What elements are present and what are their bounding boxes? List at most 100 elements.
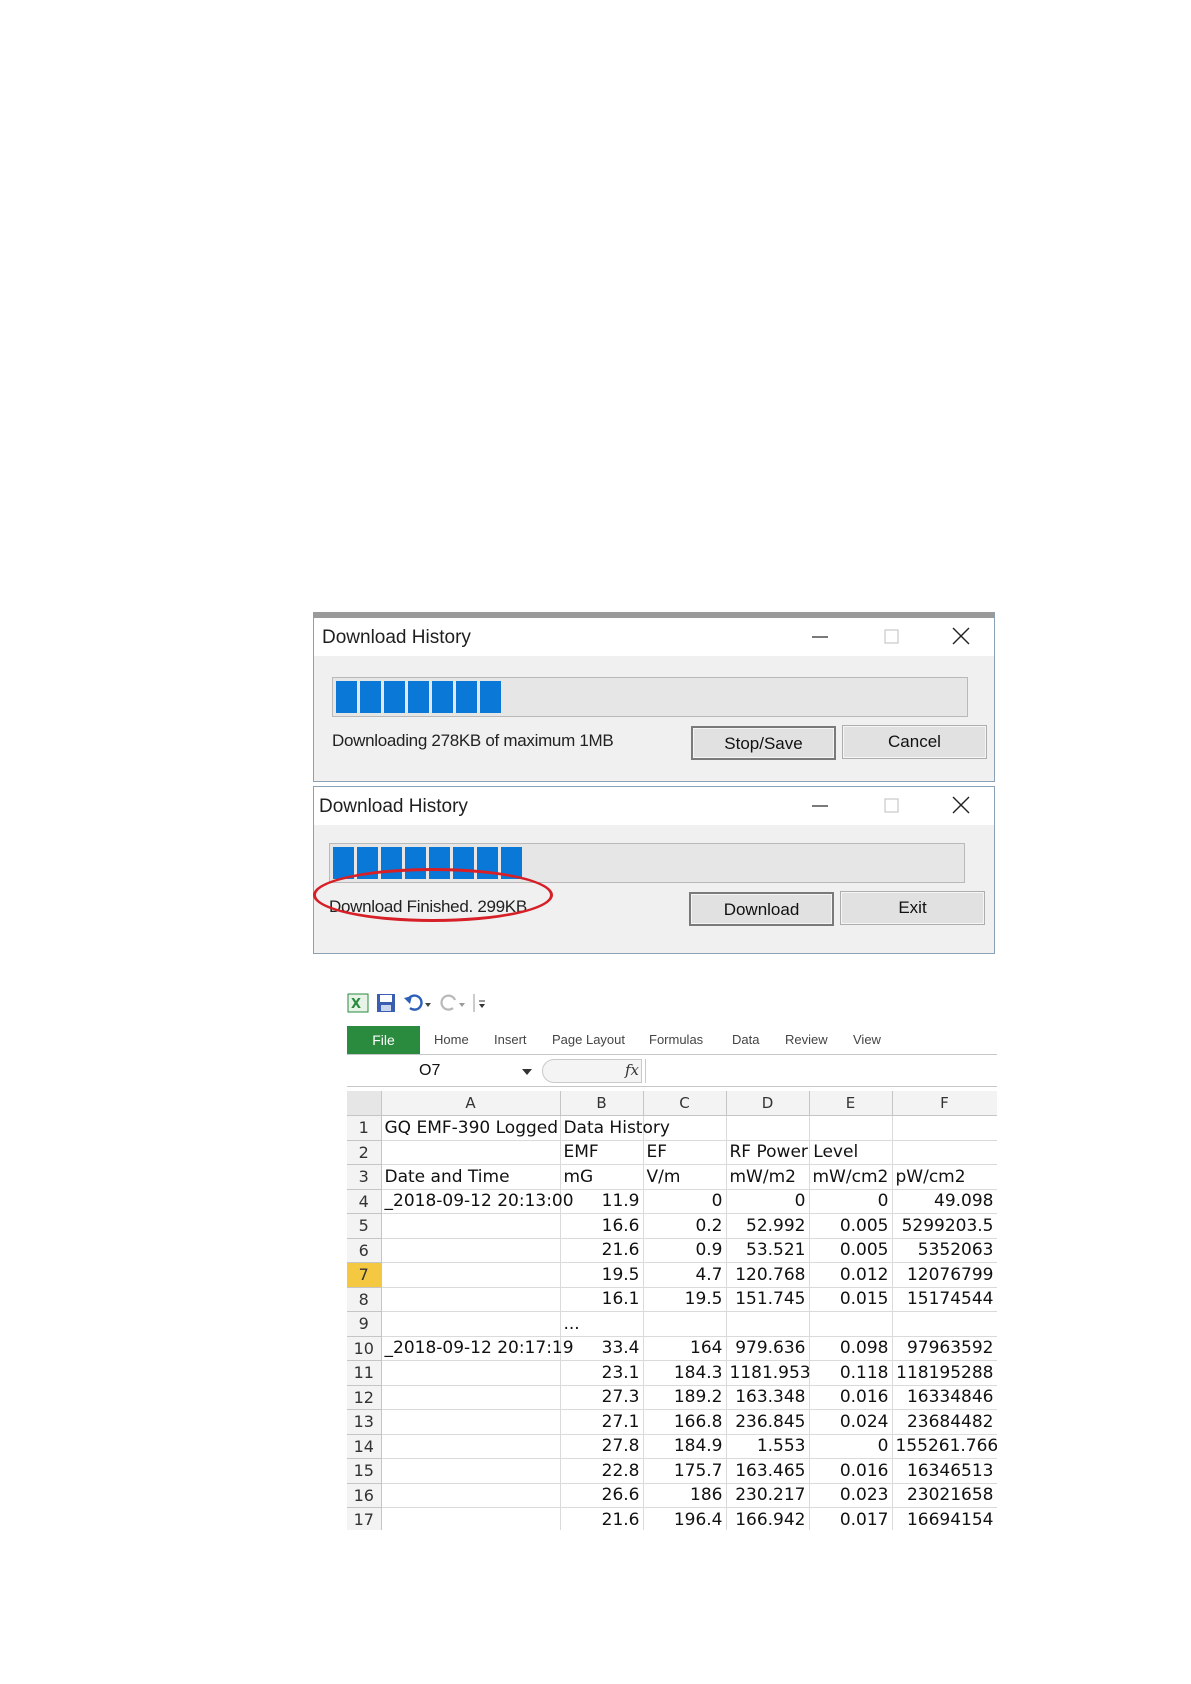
tab-formulas[interactable]: Formulas [649,1032,703,1047]
cell[interactable]: 5352063 [892,1238,997,1263]
cell[interactable]: 16.6 [560,1213,644,1239]
cell[interactable]: 27.8 [560,1434,644,1459]
cell[interactable]: 0.098 [809,1336,893,1361]
cancel-button[interactable]: Cancel [842,725,987,759]
row-header[interactable]: 11 [347,1360,382,1386]
cell[interactable]: 23021658 [892,1483,997,1508]
cell[interactable]: 189.2 [643,1385,727,1410]
cell[interactable]: 0.118 [809,1360,893,1386]
cell[interactable] [381,1311,561,1337]
cell[interactable] [892,1311,997,1337]
cell[interactable]: 19.5 [560,1262,644,1288]
cell[interactable]: 49.098 [892,1189,997,1214]
row-header[interactable]: 7 [347,1262,382,1288]
cell[interactable]: 22.8 [560,1458,644,1484]
cell[interactable]: 19.5 [643,1287,727,1312]
cell[interactable]: ... [560,1311,644,1337]
cell[interactable]: 27.1 [560,1409,644,1435]
cell[interactable]: V/m [643,1164,727,1190]
cell[interactable]: 120.768 [726,1262,810,1288]
cell[interactable]: 0.016 [809,1458,893,1484]
cell[interactable]: 0 [809,1189,893,1214]
cell[interactable] [809,1311,893,1337]
cell[interactable]: mG [560,1164,644,1190]
cell[interactable]: pW/cm2 [892,1164,997,1190]
cell[interactable]: 0.015 [809,1287,893,1312]
cell[interactable] [381,1238,561,1263]
cell[interactable] [381,1483,561,1508]
cell[interactable]: 0.017 [809,1507,893,1530]
cell[interactable]: 16334846 [892,1385,997,1410]
cell[interactable]: 12076799 [892,1262,997,1288]
column-header-a[interactable]: A [381,1091,561,1116]
close-icon[interactable] [947,793,975,819]
row-header[interactable]: 13 [347,1409,382,1435]
cell[interactable]: 118195288 [892,1360,997,1386]
cell[interactable]: 1181.953 [726,1360,811,1386]
cell[interactable]: EMF [560,1140,644,1165]
cell[interactable]: 52.992 [726,1213,810,1239]
cell[interactable] [381,1262,561,1288]
cell[interactable]: 0.012 [809,1262,893,1288]
cell[interactable]: 4.7 [643,1262,727,1288]
row-header[interactable]: 5 [347,1213,382,1239]
cell[interactable]: 23684482 [892,1409,997,1435]
cell[interactable] [381,1458,561,1484]
cell[interactable]: Date and Time [381,1164,561,1190]
cell[interactable]: 979.636 [726,1336,810,1361]
column-header-e[interactable]: E [809,1091,893,1116]
cell[interactable]: 186 [643,1483,727,1508]
close-icon[interactable] [947,624,975,650]
cell[interactable]: 184.9 [643,1434,727,1459]
cell[interactable] [892,1115,997,1141]
row-header[interactable]: 10 [347,1336,382,1361]
minimize-icon[interactable] [806,793,834,819]
cell[interactable]: mW/cm2 [809,1164,893,1190]
row-header[interactable]: 9 [347,1311,382,1337]
cell[interactable]: 0.005 [809,1213,893,1239]
cell[interactable]: 0 [643,1189,727,1214]
cell[interactable]: mW/m2 [726,1164,810,1190]
cell[interactable]: _2018-09-12 20:13:00 [381,1189,574,1214]
row-header[interactable]: 3 [347,1164,382,1190]
chevron-down-icon[interactable] [522,1069,532,1075]
tab-insert[interactable]: Insert [494,1032,527,1047]
tab-data[interactable]: Data [732,1032,759,1047]
cell[interactable] [381,1213,561,1239]
cell[interactable]: 0 [809,1434,893,1459]
tab-home[interactable]: Home [434,1032,469,1047]
cell[interactable]: EF [643,1140,727,1165]
cell[interactable]: 164 [643,1336,727,1361]
cell[interactable]: 175.7 [643,1458,727,1484]
row-header[interactable]: 15 [347,1458,382,1484]
cell[interactable]: 53.521 [726,1238,810,1263]
formula-input[interactable] [645,1059,997,1083]
row-header[interactable]: 8 [347,1287,382,1312]
cell[interactable] [892,1140,997,1165]
column-header-f[interactable]: F [892,1091,997,1116]
cell[interactable] [381,1409,561,1435]
cell[interactable]: 155261.766 [892,1434,997,1459]
column-header-c[interactable]: C [643,1091,727,1116]
cell[interactable]: 184.3 [643,1360,727,1386]
cell[interactable] [726,1115,810,1141]
cell[interactable] [809,1115,893,1141]
tab-page-layout[interactable]: Page Layout [552,1032,625,1047]
download-button[interactable]: Download [689,892,834,926]
row-header[interactable]: 6 [347,1238,382,1263]
cell[interactable]: 0 [726,1189,810,1214]
name-box[interactable]: O7 [347,1060,537,1082]
row-header[interactable]: 12 [347,1385,382,1410]
cell[interactable]: 163.348 [726,1385,810,1410]
column-header-b[interactable]: B [560,1091,644,1116]
cell[interactable]: 27.3 [560,1385,644,1410]
tab-view[interactable]: View [853,1032,881,1047]
cell[interactable]: 97963592 [892,1336,997,1361]
tab-file[interactable]: File [347,1026,420,1054]
cell[interactable]: 26.6 [560,1483,644,1508]
cell[interactable] [726,1311,810,1337]
cell[interactable] [381,1360,561,1386]
cell[interactable]: 23.1 [560,1360,644,1386]
cell[interactable] [381,1287,561,1312]
cell[interactable]: 0.9 [643,1238,727,1263]
